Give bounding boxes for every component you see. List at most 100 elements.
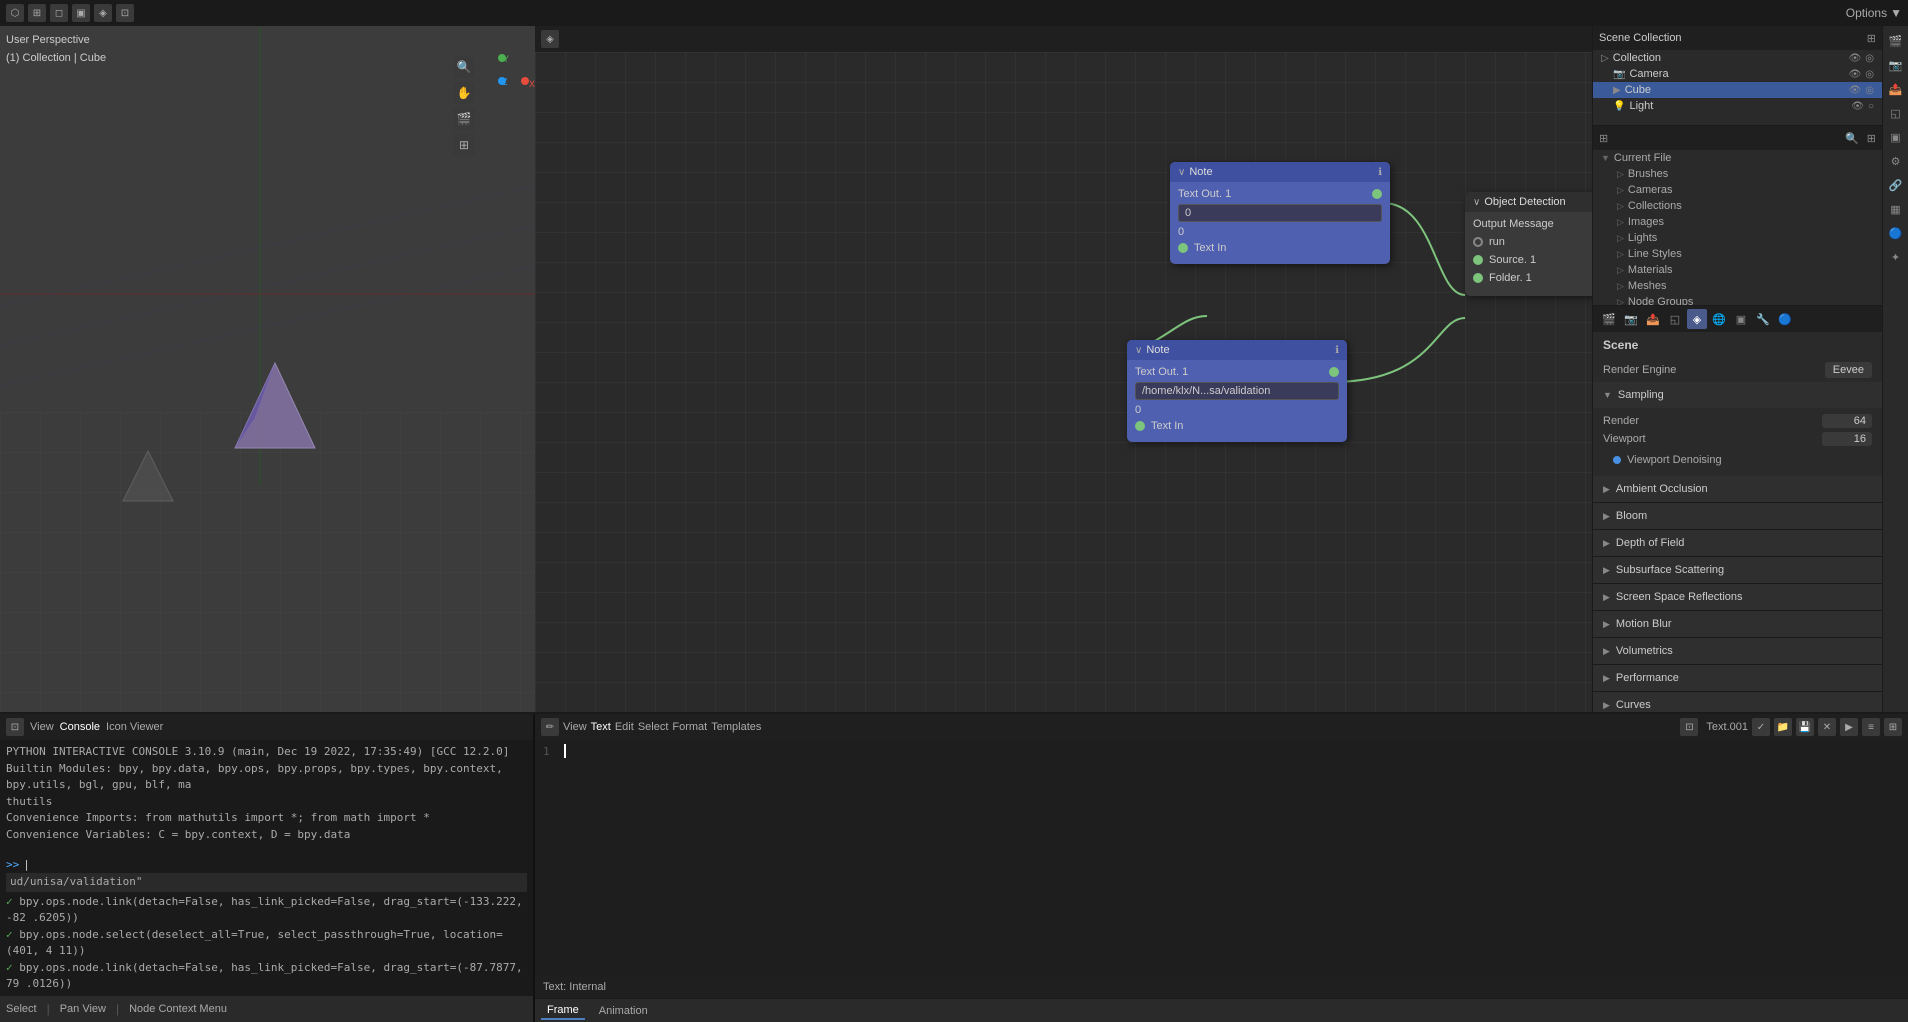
menu-icon-3[interactable]: ▣ xyxy=(72,4,90,22)
camera-render[interactable]: ◎ xyxy=(1865,69,1874,80)
te-folder-icon[interactable]: 📁 xyxy=(1774,718,1792,736)
collection-render[interactable]: ◎ xyxy=(1865,53,1874,64)
select-status[interactable]: Select xyxy=(6,1003,37,1015)
menu-icon-4[interactable]: ◈ xyxy=(94,4,112,22)
camera-tool[interactable]: 🎬 xyxy=(453,108,475,130)
note2-header[interactable]: ∨ Note ℹ xyxy=(1127,340,1347,360)
db-item-images[interactable]: ▷Images xyxy=(1593,214,1882,230)
sc-item-camera[interactable]: 📷 Camera 👁 ◎ xyxy=(1593,66,1882,82)
blender-icon[interactable]: ⬡ xyxy=(6,4,24,22)
sc-filter-icon[interactable]: ⊞ xyxy=(1867,32,1876,45)
camera-eye[interactable]: 👁 xyxy=(1849,69,1862,80)
note1-input-field[interactable] xyxy=(1178,204,1382,222)
note1-textin-socket[interactable] xyxy=(1178,243,1188,253)
scene-prop-icon[interactable]: ◈ xyxy=(1687,309,1707,329)
db-search-icon[interactable]: 🔍 xyxy=(1845,132,1859,145)
collection-eye[interactable]: 👁 xyxy=(1849,53,1862,64)
te-filename[interactable]: Text.001 xyxy=(1706,721,1748,733)
note2-collapse[interactable]: ∨ xyxy=(1135,345,1142,356)
menu-icon-1[interactable]: ⊞ xyxy=(28,4,46,22)
render-value[interactable]: 64 xyxy=(1822,414,1872,428)
section-header-7[interactable]: ▶Performance xyxy=(1593,665,1882,691)
od-header[interactable]: ∨ Object Detection ⊞ xyxy=(1465,192,1592,212)
te-close-icon[interactable]: ✕ xyxy=(1818,718,1836,736)
rsi-data[interactable]: ▦ xyxy=(1885,198,1907,220)
note2-textin-socket[interactable] xyxy=(1135,421,1145,431)
te-format[interactable]: Format xyxy=(672,721,707,733)
te-play-icon[interactable]: ▶ xyxy=(1840,718,1858,736)
db-item-lights[interactable]: ▷Lights xyxy=(1593,230,1882,246)
rsi-object[interactable]: ▣ xyxy=(1885,126,1907,148)
view-layer-icon[interactable]: ◱ xyxy=(1665,309,1685,329)
animation-tab[interactable]: Animation xyxy=(593,1003,654,1019)
grid-tool[interactable]: ⊞ xyxy=(453,134,475,156)
sampling-header[interactable]: ▼ Sampling xyxy=(1593,382,1882,408)
db-current-file[interactable]: ▼ Current File xyxy=(1593,150,1882,166)
section-header-6[interactable]: ▶Volumetrics xyxy=(1593,638,1882,664)
node-context-status[interactable]: Node Context Menu xyxy=(129,1003,227,1015)
console-tab[interactable]: Console xyxy=(60,721,100,733)
icon-viewer-tab[interactable]: Icon Viewer xyxy=(106,721,163,733)
note1-collapse[interactable]: ∨ xyxy=(1178,167,1185,178)
te-text[interactable]: Text xyxy=(591,721,611,733)
console-view[interactable]: View xyxy=(30,721,54,733)
db-item-materials[interactable]: ▷Materials xyxy=(1593,262,1882,278)
te-select[interactable]: Select xyxy=(638,721,669,733)
pan-view-status[interactable]: Pan View xyxy=(60,1003,106,1015)
od-source-socket[interactable] xyxy=(1473,255,1483,265)
te-grid-icon[interactable]: ⊞ xyxy=(1884,718,1902,736)
db-item-brushes[interactable]: ▷Brushes xyxy=(1593,166,1882,182)
rsi-particles[interactable]: ✦ xyxy=(1885,246,1907,268)
rsi-material[interactable]: 🔵 xyxy=(1885,222,1907,244)
section-header-5[interactable]: ▶Motion Blur xyxy=(1593,611,1882,637)
section-header-4[interactable]: ▶Screen Space Reflections xyxy=(1593,584,1882,610)
render-engine-value[interactable]: Eevee xyxy=(1825,362,1872,378)
rsi-render[interactable]: 📷 xyxy=(1885,54,1907,76)
te-save-icon[interactable]: 💾 xyxy=(1796,718,1814,736)
output-icon[interactable]: 📤 xyxy=(1643,309,1663,329)
viewport-gizmo[interactable]: Y X Z xyxy=(477,56,527,116)
te-list-icon[interactable]: ≡ xyxy=(1862,718,1880,736)
note1-info[interactable]: ℹ xyxy=(1378,167,1382,178)
rsi-constraint[interactable]: 🔗 xyxy=(1885,174,1907,196)
sc-item-collection[interactable]: ▷ Collection 👁 ◎ xyxy=(1593,50,1882,66)
db-filter-icon[interactable]: ⊞ xyxy=(1867,132,1876,145)
section-header-8[interactable]: ▶Curves xyxy=(1593,692,1882,712)
note2-input-field[interactable] xyxy=(1135,382,1339,400)
od-collapse[interactable]: ∨ xyxy=(1473,197,1480,208)
section-header-2[interactable]: ▶Depth of Field xyxy=(1593,530,1882,556)
options-menu[interactable]: Options ▼ xyxy=(1846,6,1902,20)
hand-tool[interactable]: ✋ xyxy=(453,82,475,104)
render-icon[interactable]: 📷 xyxy=(1621,309,1641,329)
menu-icon-5[interactable]: ⊡ xyxy=(116,4,134,22)
db-item-meshes[interactable]: ▷Meshes xyxy=(1593,278,1882,294)
note1-header[interactable]: ∨ Note ℹ xyxy=(1170,162,1390,182)
world-icon[interactable]: 🌐 xyxy=(1709,309,1729,329)
node-editor-icon[interactable]: ◈ xyxy=(541,30,559,48)
viewport-sample-value[interactable]: 16 xyxy=(1822,432,1872,446)
viewport-3d[interactable]: User Perspective (1) Collection | Cube 🔍… xyxy=(0,26,535,712)
db-item-collections[interactable]: ▷Collections xyxy=(1593,198,1882,214)
rsi-output[interactable]: 📤 xyxy=(1885,78,1907,100)
te-view[interactable]: View xyxy=(563,721,587,733)
frame-tab[interactable]: Frame xyxy=(541,1002,585,1020)
od-folder-socket[interactable] xyxy=(1473,273,1483,283)
note1-output-socket[interactable] xyxy=(1372,189,1382,199)
zoom-tool[interactable]: 🔍 xyxy=(453,56,475,78)
sc-item-cube[interactable]: ▶ Cube 👁 ◎ xyxy=(1593,82,1882,98)
db-item-cameras[interactable]: ▷Cameras xyxy=(1593,182,1882,198)
light-render[interactable]: ○ xyxy=(1868,101,1874,112)
rsi-scene[interactable]: 🎬 xyxy=(1885,30,1907,52)
text-editor-body[interactable]: 1 xyxy=(535,740,1908,976)
note2-output-socket[interactable] xyxy=(1329,367,1339,377)
te-edit[interactable]: Edit xyxy=(615,721,634,733)
node-editor-body[interactable]: ∨ Note ℹ Text Out. 1 0 xyxy=(535,52,1592,712)
cube-render[interactable]: ◎ xyxy=(1865,85,1874,96)
te-mode-icon[interactable]: ⊡ xyxy=(1680,718,1698,736)
cube-eye[interactable]: 👁 xyxy=(1849,85,1862,96)
rsi-view[interactable]: ◱ xyxy=(1885,102,1907,124)
scene-icon[interactable]: 🎬 xyxy=(1599,309,1619,329)
rsi-physics[interactable]: ⚙ xyxy=(1885,150,1907,172)
db-item-node-groups[interactable]: ▷Node Groups xyxy=(1593,294,1882,306)
section-header-3[interactable]: ▶Subsurface Scattering xyxy=(1593,557,1882,583)
